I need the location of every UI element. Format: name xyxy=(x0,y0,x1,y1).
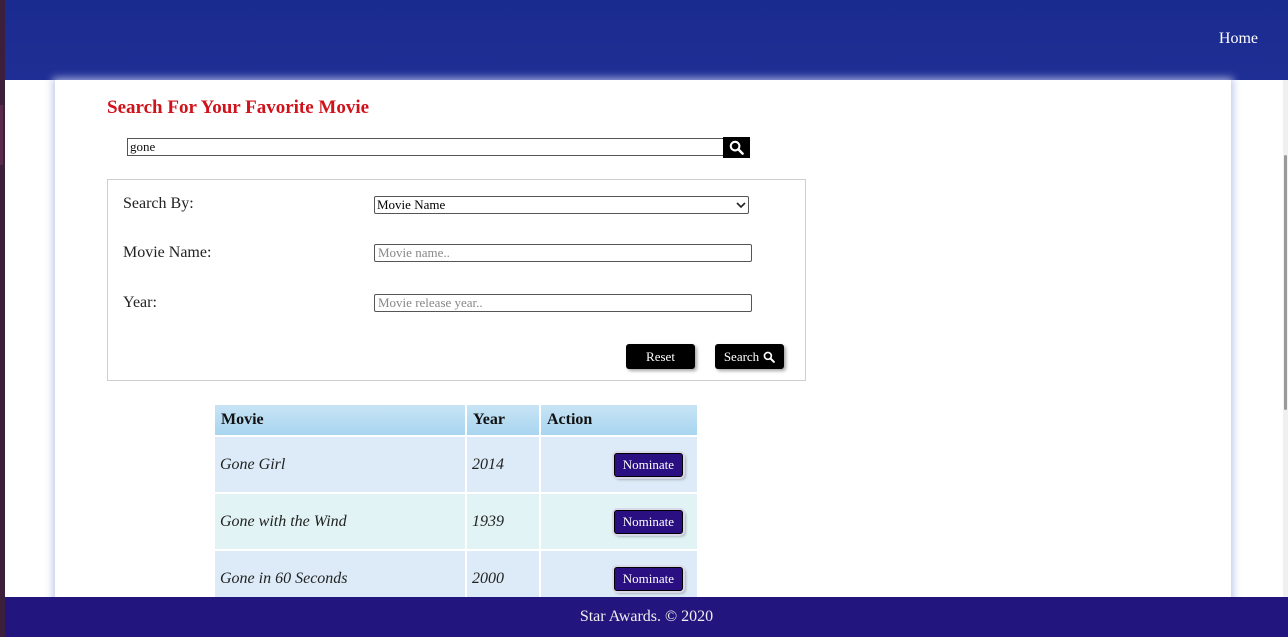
top-navbar: Home xyxy=(5,0,1288,80)
column-header-movie: Movie xyxy=(215,405,465,435)
movie-name-input[interactable] xyxy=(374,244,752,262)
table-row: Gone Girl 2014 Nominate xyxy=(215,437,697,492)
search-button-label: Search xyxy=(723,348,760,364)
year-input[interactable] xyxy=(374,294,752,312)
scrollbar-thumb[interactable] xyxy=(1284,155,1287,410)
scrollbar[interactable] xyxy=(1283,80,1288,597)
main-card: Search For Your Favorite Movie Search By… xyxy=(55,80,1231,620)
movie-cell: Gone with the Wind xyxy=(215,494,465,549)
movie-cell: Gone Girl xyxy=(215,437,465,492)
chevron-down-icon xyxy=(736,202,746,209)
action-cell: Nominate xyxy=(541,437,697,492)
search-button[interactable]: Search xyxy=(715,344,784,369)
page: Home Search For Your Favorite Movie Sear… xyxy=(5,0,1288,637)
advanced-search-box: Search By: Movie Name Movie Name: Year: … xyxy=(107,179,806,381)
action-cell: Nominate xyxy=(541,494,697,549)
nominate-button[interactable]: Nominate xyxy=(613,452,683,477)
home-link[interactable]: Home xyxy=(1219,30,1258,48)
quick-search-bar xyxy=(127,137,750,158)
quick-search-input[interactable] xyxy=(127,138,724,156)
quick-search-button[interactable] xyxy=(723,137,750,158)
reset-button[interactable]: Reset xyxy=(626,344,695,369)
page-title: Search For Your Favorite Movie xyxy=(107,97,370,118)
nominate-button[interactable]: Nominate xyxy=(613,509,683,534)
column-header-year: Year xyxy=(467,405,539,435)
search-by-select[interactable]: Movie Name xyxy=(374,196,749,214)
footer: Star Awards. © 2020 xyxy=(5,597,1288,637)
search-icon xyxy=(763,351,776,363)
left-edge-accent xyxy=(0,105,3,165)
reset-button-label: Reset xyxy=(646,348,675,364)
table-header-row: Movie Year Action xyxy=(215,405,697,435)
search-by-selected-value: Movie Name xyxy=(377,197,446,212)
year-cell: 1939 xyxy=(467,494,539,549)
search-icon xyxy=(729,140,744,155)
movie-name-label: Movie Name: xyxy=(123,244,212,261)
results-table: Movie Year Action Gone Girl 2014 Nominat… xyxy=(213,403,699,608)
search-by-label: Search By: xyxy=(123,195,194,212)
year-label: Year: xyxy=(123,294,157,311)
table-row: Gone with the Wind 1939 Nominate xyxy=(215,494,697,549)
footer-text: Star Awards. © 2020 xyxy=(579,608,714,625)
column-header-action: Action xyxy=(541,405,697,435)
year-cell: 2014 xyxy=(467,437,539,492)
nominate-button[interactable]: Nominate xyxy=(613,566,683,591)
